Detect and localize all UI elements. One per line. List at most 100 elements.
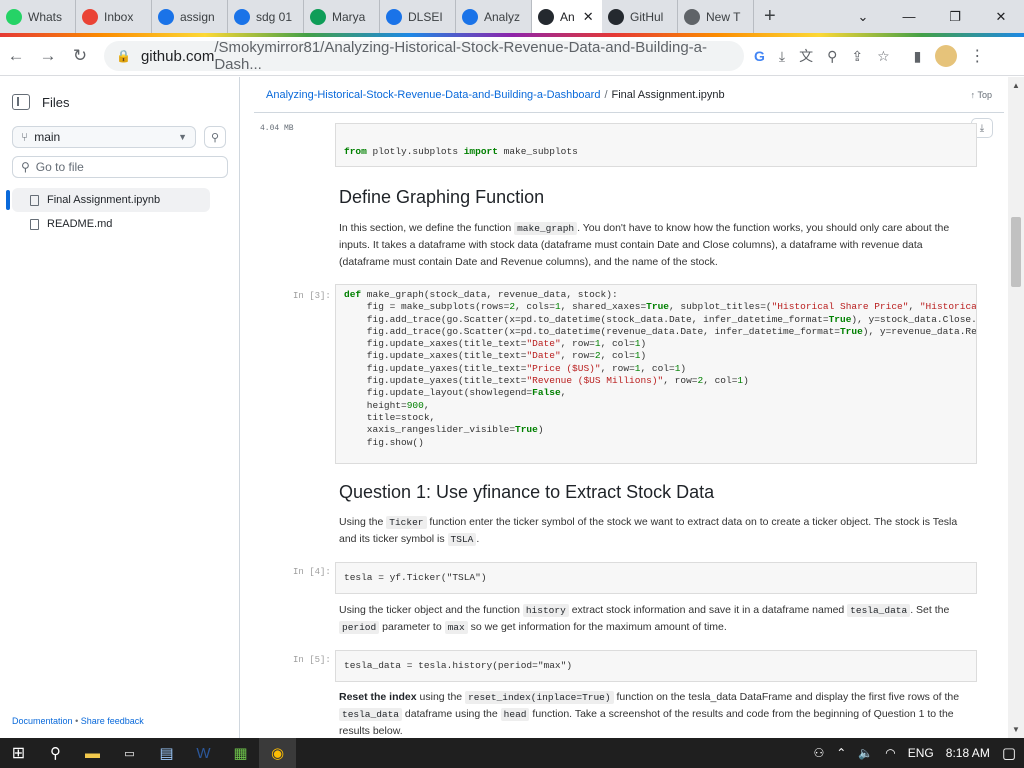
browser-tab[interactable]: DLSEI — [380, 0, 456, 33]
profile-avatar[interactable] — [935, 45, 958, 67]
file-explorer-icon[interactable]: ▬ — [74, 738, 111, 768]
browser-tab[interactable]: Analyz — [456, 0, 532, 33]
zoom-icon[interactable]: ⚲ — [827, 48, 837, 65]
menu-kebab-icon[interactable]: ⋮ — [969, 46, 985, 66]
page-scrollbar[interactable]: ▲ ▼ — [1008, 77, 1024, 738]
top-button[interactable]: ↑ Top — [971, 90, 992, 100]
file-size: 4.04 MB — [260, 123, 294, 133]
collapse-sidebar-icon[interactable] — [12, 94, 30, 110]
text-span: extract stock information and save it in… — [568, 604, 848, 616]
people-icon[interactable]: ⚇ — [814, 746, 825, 760]
inline-code: make_graph — [514, 222, 578, 235]
windows-start-icon[interactable]: ⊞ — [0, 738, 37, 768]
new-tab-button[interactable]: + — [754, 5, 786, 28]
breadcrumb-repo-link[interactable]: Analyzing-Historical-Stock-Revenue-Data-… — [266, 89, 600, 101]
tab-title: DLSEI — [408, 9, 443, 24]
tab-title: sdg 01 — [256, 9, 293, 24]
browser-tab[interactable]: sdg 01 — [228, 0, 304, 33]
install-icon[interactable]: ⤓ — [779, 48, 785, 65]
breadcrumb-file: Final Assignment.ipynb — [611, 88, 725, 101]
browser-tab[interactable]: assign — [152, 0, 228, 33]
browser-tab[interactable]: Whats — [0, 0, 76, 33]
google-icon[interactable]: G — [754, 48, 765, 64]
browser-tab[interactable]: An ✕ — [532, 0, 602, 33]
windows-taskbar: ⊞ ⚲ ▬ ▭ ▤ W ▦ ◉ ⚇ ⌃ 🔈 ◠ ENG 8:18 AM ▢ — [0, 738, 1024, 768]
tray-chevron-icon[interactable]: ⌃ — [836, 746, 846, 760]
browser-tab[interactable]: Inbox — [76, 0, 152, 33]
search-icon[interactable]: ⚲ — [37, 738, 74, 768]
url-bar[interactable]: 🔒 github.com/Smokymirror81/Analyzing-His… — [104, 39, 744, 73]
chatgpt-icon — [386, 8, 402, 25]
wifi-icon[interactable]: ◠ — [885, 746, 895, 760]
inline-code: TSLA — [447, 533, 477, 546]
scroll-up-icon[interactable]: ▲ — [1012, 81, 1020, 90]
word-icon[interactable]: W — [185, 738, 222, 768]
cell-prompt: In [4]: — [293, 567, 331, 577]
github-icon — [608, 8, 624, 25]
window-controls: ⌄ — ❐ ✕ — [840, 0, 1024, 33]
file-name: Final Assignment.ipynb — [47, 194, 161, 206]
branch-selector[interactable]: ⑂ main ▼ — [12, 126, 196, 148]
share-icon[interactable]: ⇪ — [851, 48, 863, 65]
inline-code: reset_index(inplace=True) — [465, 691, 614, 704]
reload-icon[interactable]: ↻ — [64, 46, 96, 66]
back-icon[interactable]: ← — [0, 46, 32, 66]
translate-icon[interactable]: 文 — [799, 46, 813, 66]
whatsapp-icon — [6, 8, 22, 25]
file-name: README.md — [47, 218, 113, 230]
go-to-file-placeholder: Go to file — [35, 160, 84, 174]
inline-code: period — [339, 621, 380, 634]
code-cell-make-graph: def make_graph(stock_data, revenue_data,… — [335, 284, 977, 464]
clock[interactable]: 8:18 AM — [946, 746, 990, 760]
tab-search-icon[interactable]: ⌄ — [840, 9, 886, 25]
sidebar-title: Files — [42, 94, 70, 110]
documentation-link[interactable]: Documentation — [12, 716, 73, 726]
notepad-icon[interactable]: ▤ — [148, 738, 185, 768]
browser-tab[interactable]: New T — [678, 0, 754, 33]
side-panel-icon[interactable]: ▮ — [914, 48, 922, 65]
section-heading-graphing: Define Graphing Function — [339, 187, 545, 207]
inline-code: head — [500, 708, 530, 721]
go-to-file-input[interactable]: ⚲ Go to file — [12, 156, 228, 178]
browser-tab[interactable]: GitHul — [602, 0, 678, 33]
url-path: /Smokymirror81/Analyzing-Historical-Stoc… — [214, 39, 708, 73]
minimize-button[interactable]: — — [886, 9, 932, 24]
calculator-icon[interactable]: ▦ — [222, 738, 259, 768]
scroll-down-icon[interactable]: ▼ — [1012, 725, 1020, 734]
search-icon: ⚲ — [21, 160, 30, 174]
notification-icon[interactable]: ▢ — [1002, 744, 1016, 762]
browser-tab[interactable]: Marya — [304, 0, 380, 33]
file-tree-item[interactable]: Final Assignment.ipynb — [6, 188, 210, 212]
url-host: github.com — [140, 47, 215, 65]
history-description: Using the ticker object and the function… — [339, 602, 969, 636]
tab-title: GitHul — [630, 9, 664, 24]
gmail-icon — [82, 8, 98, 25]
inline-code: tesla_data — [339, 708, 403, 721]
forward-icon[interactable]: → — [32, 46, 64, 66]
volume-icon[interactable]: 🔈 — [858, 746, 873, 760]
text-span: parameter to — [379, 621, 445, 633]
code-text: tesla = yf.Ticker("TSLA") — [344, 572, 487, 583]
section-heading-question1: Question 1: Use yfinance to Extract Stoc… — [339, 482, 715, 502]
scrollbar-thumb[interactable] — [1011, 217, 1021, 287]
question1-description: Using the Ticker function enter the tick… — [339, 514, 969, 548]
tab-title: Inbox — [104, 9, 134, 24]
search-files-button[interactable]: ⚲ — [204, 126, 226, 148]
chrome-icon[interactable]: ◉ — [259, 738, 296, 768]
file-tree-item[interactable]: README.md — [12, 212, 210, 236]
terminal-icon[interactable]: ▭ — [111, 738, 148, 768]
close-tab-icon[interactable]: ✕ — [583, 9, 594, 25]
search-icon: ⚲ — [210, 131, 220, 144]
code-cell-history: tesla_data = tesla.history(period="max") — [335, 650, 977, 682]
chatgpt-icon — [462, 8, 478, 25]
chatgpt-icon — [158, 8, 174, 25]
close-window-button[interactable]: ✕ — [978, 9, 1024, 25]
language-indicator[interactable]: ENG — [908, 746, 934, 760]
inline-code: tesla_data — [847, 604, 911, 617]
share-feedback-link[interactable]: Share feedback — [81, 716, 144, 726]
bookmark-star-icon[interactable]: ☆ — [877, 48, 890, 65]
inline-code: max — [444, 621, 468, 634]
restore-button[interactable]: ❐ — [932, 9, 978, 25]
chevron-down-icon: ▼ — [178, 132, 187, 142]
lock-icon[interactable]: 🔒 — [116, 49, 131, 63]
